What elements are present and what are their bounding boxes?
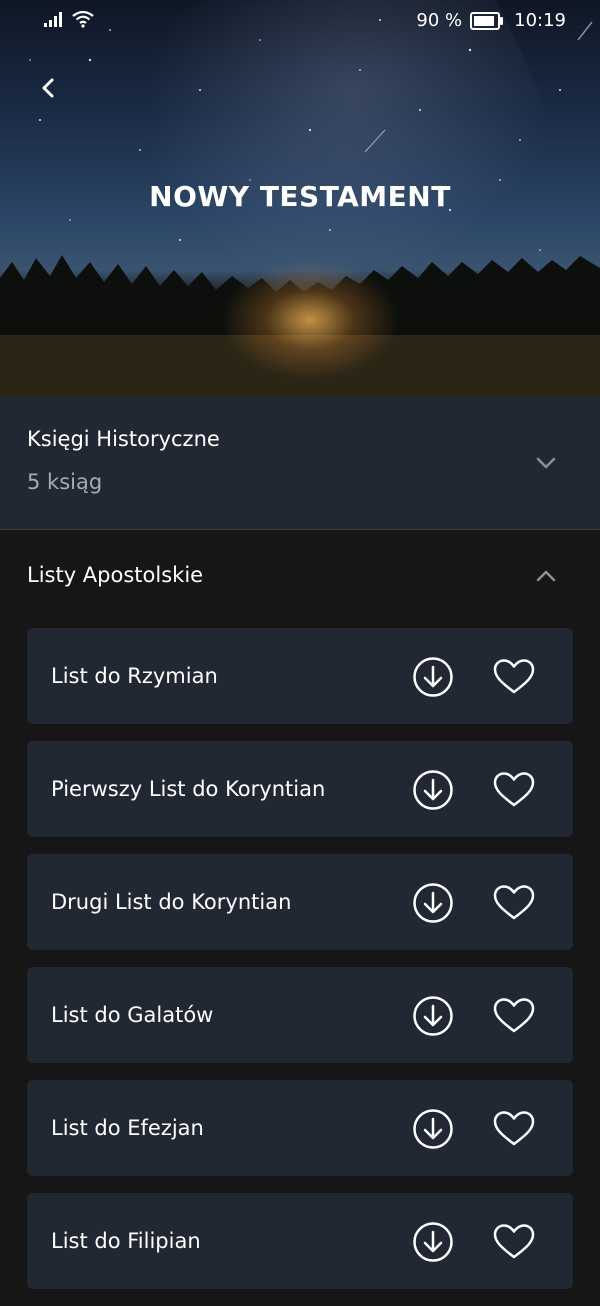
section-subtitle: 5 ksiąg (27, 470, 103, 494)
book-title: List do Galatów (51, 1003, 214, 1027)
favorite-button[interactable] (492, 884, 536, 922)
section-title: Księgi Historyczne (27, 427, 220, 451)
book-title: List do Filipian (51, 1229, 201, 1253)
chevron-down-icon (536, 457, 556, 469)
signal-icon (44, 11, 64, 32)
battery-level (474, 15, 495, 26)
list-item[interactable]: Drugi List do Koryntian (27, 854, 573, 950)
download-icon (413, 883, 453, 923)
download-icon (413, 1109, 453, 1149)
download-button[interactable] (412, 995, 454, 1037)
download-button[interactable] (412, 769, 454, 811)
section-apostolic-letters: Listy Apostolskie List do Rzymian Pierws… (0, 530, 600, 1300)
collapse-button[interactable] (534, 564, 558, 588)
battery-icon (470, 11, 504, 30)
download-button[interactable] (412, 882, 454, 924)
download-button[interactable] (412, 656, 454, 698)
heart-icon (493, 1224, 535, 1259)
list-item[interactable]: List do Rzymian (27, 628, 573, 724)
book-list: List do Rzymian Pierwszy List do Korynti… (27, 628, 573, 1306)
chevron-left-icon (42, 78, 54, 98)
download-button[interactable] (412, 1108, 454, 1150)
chevron-up-icon (536, 570, 556, 582)
download-icon (413, 770, 453, 810)
favorite-button[interactable] (492, 1110, 536, 1148)
download-icon (413, 657, 453, 697)
book-title: Drugi List do Koryntian (51, 890, 292, 914)
battery-percent: 90 % (416, 10, 463, 31)
favorite-button[interactable] (492, 997, 536, 1035)
section-title: Listy Apostolskie (27, 563, 204, 587)
favorite-button[interactable] (492, 1223, 536, 1261)
list-item[interactable]: Pierwszy List do Koryntian (27, 741, 573, 837)
heart-icon (493, 772, 535, 807)
status-bar: 90 % 10:19 (0, 0, 600, 42)
book-title: List do Rzymian (51, 664, 218, 688)
heart-icon (493, 659, 535, 694)
book-title: List do Efezjan (51, 1116, 204, 1140)
back-button[interactable] (30, 70, 66, 106)
book-title: Pierwszy List do Koryntian (51, 777, 326, 801)
heart-icon (493, 998, 535, 1033)
list-item[interactable]: List do Filipian (27, 1193, 573, 1289)
favorite-button[interactable] (492, 658, 536, 696)
list-item[interactable]: List do Galatów (27, 967, 573, 1063)
campfire-glow (220, 260, 400, 380)
list-item[interactable]: List do Efezjan (27, 1080, 573, 1176)
heart-icon (493, 1111, 535, 1146)
expand-button[interactable] (534, 451, 558, 475)
download-button[interactable] (412, 1221, 454, 1263)
wifi-icon (72, 10, 94, 33)
page-title: NOWY TESTAMENT (149, 180, 451, 213)
favorite-button[interactable] (492, 771, 536, 809)
clock: 10:19 (514, 10, 566, 31)
download-icon (413, 1222, 453, 1262)
heart-icon (493, 885, 535, 920)
download-icon (413, 996, 453, 1036)
section-historical-books[interactable]: Księgi Historyczne 5 ksiąg (0, 397, 600, 530)
